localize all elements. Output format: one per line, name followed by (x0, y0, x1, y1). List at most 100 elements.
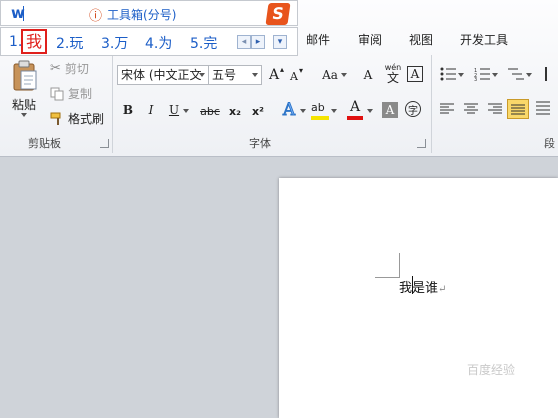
clipboard-group: 粘贴 ✂ 剪切 复制 格式刷 剪贴板 (0, 53, 112, 155)
copy-button[interactable]: 复制 (50, 85, 92, 102)
chevron-down-icon[interactable] (367, 109, 373, 113)
align-right-icon[interactable] (488, 103, 502, 115)
clear-format-button[interactable]: A (359, 65, 377, 85)
paragraph-group-label: 段 (544, 137, 555, 150)
eraser-icon: A (363, 68, 373, 82)
tab-developer[interactable]: 开发工具 (460, 31, 508, 48)
enclose-char-button[interactable]: 字 (405, 101, 421, 117)
font-group: 宋体 (中文正文) 五号 A ▴ A ▾ Aa A wén 文 A B I U … (113, 53, 431, 155)
font-size-value: 五号 (212, 68, 237, 82)
font-color-label: A (349, 99, 361, 115)
distributed-icon[interactable] (536, 101, 550, 117)
copy-label: 复制 (68, 87, 93, 101)
svg-text:3: 3 (474, 77, 477, 81)
phonetic-guide-button[interactable]: wén 文 (383, 63, 403, 85)
clipboard-group-label: 剪贴板 (28, 137, 61, 150)
ime-candidate[interactable]: 4.为 (145, 33, 172, 53)
ime-candidate[interactable]: 2.玩 (56, 33, 83, 53)
ime-toolbox-label: 工具箱(分号) (107, 8, 177, 22)
font-color-button[interactable]: A (347, 99, 363, 121)
ime-candidate-bar: 1. 我 2.玩 3.万 4.为 5.完 ◂ ▸ ▾ (0, 27, 298, 56)
highlight-label: ab (311, 101, 325, 114)
scissors-icon: ✂ (50, 61, 61, 76)
paragraph-group: 123 段 (432, 53, 558, 155)
font-size-select[interactable]: 五号 (208, 65, 262, 85)
chevron-down-icon (252, 73, 258, 77)
ime-candidate-number: 2. (56, 36, 70, 52)
clipboard-icon (13, 60, 37, 91)
ime-prev-page-icon[interactable]: ◂ (237, 35, 251, 49)
tab-mailings[interactable]: 邮件 (306, 31, 330, 48)
chevron-down-icon[interactable] (526, 73, 532, 77)
document-page[interactable]: 我是谁↵ 百度经验 (279, 178, 558, 418)
indent-icon[interactable] (545, 67, 547, 81)
grow-font-button[interactable]: A (267, 67, 281, 83)
ime-candidate-number: 3. (101, 36, 115, 52)
ime-candidate-text: 为 (158, 36, 173, 52)
justify-icon (511, 104, 525, 115)
chevron-down-icon (199, 73, 205, 77)
chevron-down-icon[interactable] (458, 73, 464, 77)
ime-candidate-text: 万 (114, 36, 129, 52)
document-paragraph[interactable]: 我是谁↵ (399, 277, 446, 296)
clipboard-launcher-icon[interactable] (100, 139, 109, 148)
format-painter-label: 格式刷 (68, 112, 105, 126)
paste-dropdown-icon[interactable] (21, 113, 27, 117)
ime-candidate-number: 4. (145, 36, 159, 52)
ime-toolbox-button[interactable]: ⓘ 工具箱(分号) (89, 5, 176, 24)
document-text: 我是谁 (399, 281, 439, 296)
grow-arrow-icon: ▴ (280, 65, 285, 74)
justify-button[interactable] (507, 99, 529, 119)
ime-next-page-icon[interactable]: ▸ (251, 35, 265, 49)
font-name-select[interactable]: 宋体 (中文正文) (117, 65, 209, 85)
ime-candidate-number: 5. (190, 36, 204, 52)
strikethrough-button[interactable]: abc (199, 103, 221, 119)
numbering-icon[interactable]: 123 (474, 67, 490, 81)
watermark-text: 百度经验 (467, 363, 516, 377)
highlight-button[interactable]: ab (311, 100, 329, 122)
tab-review[interactable]: 审阅 (358, 31, 382, 48)
align-center-icon[interactable] (464, 103, 478, 115)
char-shading-button[interactable]: A (382, 102, 398, 118)
ime-candidate-selected[interactable]: 我 (21, 29, 47, 54)
change-case-button[interactable]: Aa (319, 66, 341, 84)
text-cursor (412, 276, 413, 294)
ime-candidate-text: 我 (25, 32, 42, 51)
ime-input-bar: w ⓘ 工具箱(分号) S (0, 0, 298, 26)
font-group-label: 字体 (249, 137, 271, 150)
char-border-button[interactable]: A (407, 66, 423, 82)
format-painter-button[interactable]: 格式刷 (50, 110, 104, 127)
bullets-icon[interactable] (440, 67, 456, 81)
subscript-button[interactable]: x₂ (226, 103, 244, 119)
ime-candidate[interactable]: 3.万 (101, 33, 128, 53)
ribbon-groups: 粘贴 ✂ 剪切 复制 格式刷 剪贴板 宋体 (中文正文) 五号 A ▴ A ▾ (0, 53, 558, 155)
ime-candidate-text: 完 (203, 36, 218, 52)
superscript-button[interactable]: x² (249, 103, 267, 119)
chevron-down-icon[interactable] (183, 109, 189, 113)
paste-button[interactable] (8, 59, 42, 93)
ime-candidate[interactable]: 5.完 (190, 33, 217, 53)
ime-candidate-text: 玩 (69, 36, 84, 52)
cut-button[interactable]: ✂ 剪切 (50, 60, 89, 77)
ime-more-icon[interactable]: ▾ (273, 35, 287, 49)
chevron-down-icon[interactable] (341, 73, 347, 77)
tab-view[interactable]: 视图 (409, 31, 433, 48)
chevron-down-icon[interactable] (492, 73, 498, 77)
text-effect-button[interactable]: A (280, 100, 298, 121)
phonetic-label: 文 (386, 71, 399, 85)
font-launcher-icon[interactable] (417, 139, 426, 148)
copy-icon (50, 87, 64, 100)
font-name-value: 宋体 (中文正文) (121, 68, 201, 82)
paragraph-mark: ↵ (438, 284, 447, 295)
info-icon: ⓘ (89, 9, 103, 24)
sogou-logo-icon: S (265, 3, 291, 25)
bold-button[interactable]: B (121, 102, 135, 118)
italic-button[interactable]: I (144, 102, 158, 118)
chevron-down-icon[interactable] (331, 109, 337, 113)
paste-label[interactable]: 粘贴 (12, 96, 36, 113)
ime-caret (23, 6, 24, 21)
chevron-down-icon[interactable] (300, 109, 306, 113)
underline-button[interactable]: U (167, 102, 181, 118)
align-left-icon[interactable] (440, 103, 454, 115)
multilevel-icon[interactable] (506, 67, 524, 81)
